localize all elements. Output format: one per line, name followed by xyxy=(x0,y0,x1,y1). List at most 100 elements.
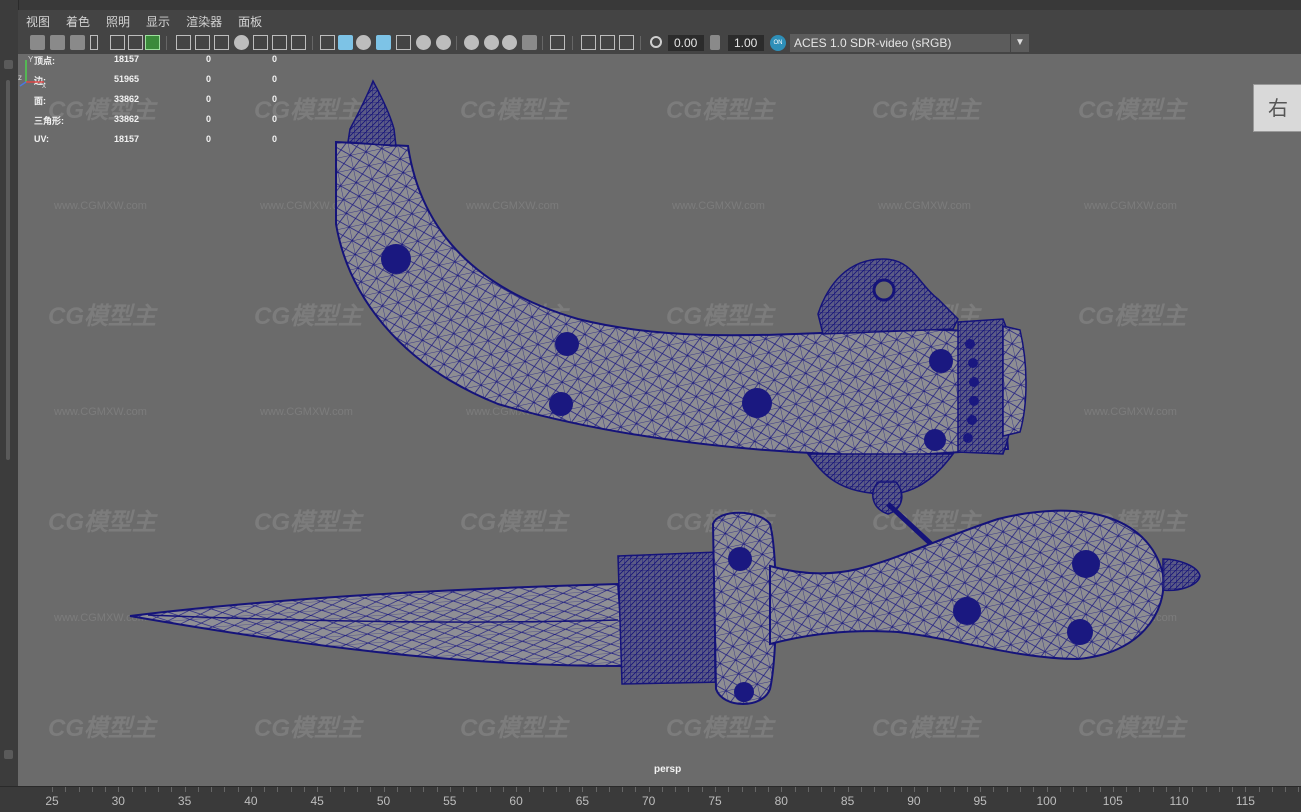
shadows-icon[interactable] xyxy=(436,35,451,50)
time-slider-tick xyxy=(1298,787,1300,792)
wireframe-icon[interactable] xyxy=(320,35,335,50)
time-slider-tick xyxy=(1126,787,1128,792)
time-slider-tick xyxy=(105,787,107,792)
time-slider-tick xyxy=(131,787,133,792)
time-slider-tick xyxy=(728,787,730,792)
time-slider-tick xyxy=(197,787,199,792)
xray-joints-icon[interactable] xyxy=(619,35,634,50)
time-slider-tick xyxy=(860,787,862,792)
resolution-gate-icon[interactable] xyxy=(214,35,229,50)
time-slider-tick xyxy=(65,787,67,792)
watermark-logo: CG模型主 xyxy=(460,97,570,124)
time-slider-tick xyxy=(1258,787,1260,792)
exposure-field[interactable]: 0.00 xyxy=(668,35,704,51)
gamma-field[interactable]: 1.00 xyxy=(728,35,764,51)
view-cube-right-face[interactable]: 右 xyxy=(1253,84,1301,132)
time-slider-tick-label: 50 xyxy=(376,794,391,808)
color-space-select[interactable]: ACES 1.0 SDR-video (sRGB) xyxy=(790,34,1010,52)
watermark-logo: CG模型主 xyxy=(666,715,776,742)
time-slider-tick xyxy=(144,787,146,792)
menu-panels[interactable]: 面板 xyxy=(230,13,270,30)
time-slider-tick-label: 35 xyxy=(177,794,192,808)
watermark-logo: CG模型主 xyxy=(48,509,158,536)
exposure-icon[interactable] xyxy=(650,36,662,48)
camera-lock-icon[interactable] xyxy=(145,35,160,50)
wireframe-on-shaded-icon[interactable] xyxy=(376,35,391,50)
use-all-lights-icon[interactable] xyxy=(416,35,431,50)
image-plane-icon[interactable] xyxy=(90,35,98,50)
stats-row-faces: 面: 33862 0 0 xyxy=(34,94,278,106)
time-slider-tick xyxy=(158,787,160,792)
time-slider-tick-label: 65 xyxy=(575,794,590,808)
time-slider-tick xyxy=(356,787,358,792)
time-slider-tick xyxy=(1059,787,1061,792)
time-slider-tick xyxy=(874,787,876,792)
menu-view[interactable]: 视图 xyxy=(18,13,58,30)
depth-of-field-icon[interactable] xyxy=(522,35,537,50)
time-slider-tick-label: 60 xyxy=(509,794,523,808)
time-slider[interactable]: 25 30 35 40 45 50 55 60 65 70 75 80 85 90 95 100 105 110 1… xyxy=(0,786,1301,812)
time-slider-tick-label: 40 xyxy=(244,794,258,808)
time-slider-tick-label: 100 xyxy=(1036,794,1057,808)
camera-attributes-icon[interactable] xyxy=(50,35,65,50)
safe-action-icon[interactable] xyxy=(272,35,287,50)
time-slider-tick xyxy=(290,787,292,792)
menu-renderer[interactable]: 渲染器 xyxy=(178,13,230,30)
motion-blur-icon[interactable] xyxy=(484,35,499,50)
chevron-down-icon[interactable]: ▼ xyxy=(1010,34,1029,52)
film-gate-icon[interactable] xyxy=(195,35,210,50)
time-slider-tick xyxy=(1152,787,1154,792)
time-slider-tick-label: 45 xyxy=(310,794,324,808)
time-slider-tick xyxy=(887,787,889,792)
screen-space-ao-icon[interactable] xyxy=(464,35,479,50)
menu-lighting[interactable]: 照明 xyxy=(98,13,138,30)
field-chart-icon[interactable] xyxy=(253,35,268,50)
watermark-url: www.CGMXW.com xyxy=(259,406,353,418)
time-slider-tick-label: 90 xyxy=(907,794,921,808)
watermark-logo: CG模型主 xyxy=(1078,97,1188,124)
default-material-icon[interactable] xyxy=(356,35,371,50)
smooth-shade-icon[interactable] xyxy=(338,35,353,50)
time-slider-tick xyxy=(436,787,438,792)
bookmark-icon[interactable] xyxy=(70,35,85,50)
menu-shading[interactable]: 着色 xyxy=(58,13,98,30)
menu-show[interactable]: 显示 xyxy=(138,13,178,30)
view-cube[interactable]: 右 xyxy=(1253,84,1301,134)
dagger-mesh xyxy=(129,509,1201,705)
time-slider-tick xyxy=(980,787,982,792)
time-slider-tick xyxy=(1271,787,1273,792)
time-slider-tick xyxy=(993,787,995,792)
time-slider-tick xyxy=(1205,787,1207,792)
gutter-scrollbar[interactable] xyxy=(6,80,10,460)
time-slider-tick xyxy=(741,787,743,792)
isolate-select-icon[interactable] xyxy=(550,35,565,50)
textured-icon[interactable] xyxy=(396,35,411,50)
time-slider-tick xyxy=(343,787,345,792)
time-slider-tick-label: 55 xyxy=(443,794,457,808)
scene-canvas: CG模型主 www.CGMXW.com CG模型主 www.CGMXW.com CG模型… xyxy=(48,79,1201,742)
2d-pan-zoom-icon[interactable] xyxy=(110,35,125,50)
time-slider-tick xyxy=(476,787,478,792)
safe-title-icon[interactable] xyxy=(291,35,306,50)
grease-pencil-icon[interactable] xyxy=(128,35,143,50)
watermark-url: www.CGMXW.com xyxy=(465,200,559,212)
time-slider-tick xyxy=(661,787,663,792)
time-slider-tick xyxy=(688,787,690,792)
xray-active-components-icon[interactable] xyxy=(600,35,615,50)
grid-icon[interactable] xyxy=(176,35,191,50)
time-slider-tick xyxy=(900,787,902,792)
gutter-arrow-icon[interactable] xyxy=(4,60,13,69)
gate-mask-icon[interactable] xyxy=(234,35,249,50)
3d-viewport[interactable]: CG模型主 www.CGMXW.com CG模型主 www.CGMXW.com CG模型… xyxy=(18,54,1301,786)
xray-icon[interactable] xyxy=(581,35,596,50)
anti-aliasing-icon[interactable] xyxy=(502,35,517,50)
stats-row-uvs: UV: 18157 0 0 xyxy=(34,134,278,144)
watermark-url: www.CGMXW.com xyxy=(53,200,147,212)
time-slider-tick xyxy=(595,787,597,792)
color-management-icon[interactable]: ON xyxy=(770,35,786,51)
gamma-icon[interactable] xyxy=(710,35,720,50)
watermark-logo: CG模型主 xyxy=(48,715,158,742)
camera-select-icon[interactable] xyxy=(30,35,45,50)
gutter-bottom-icon[interactable] xyxy=(4,750,13,759)
time-slider-tick xyxy=(52,787,53,792)
